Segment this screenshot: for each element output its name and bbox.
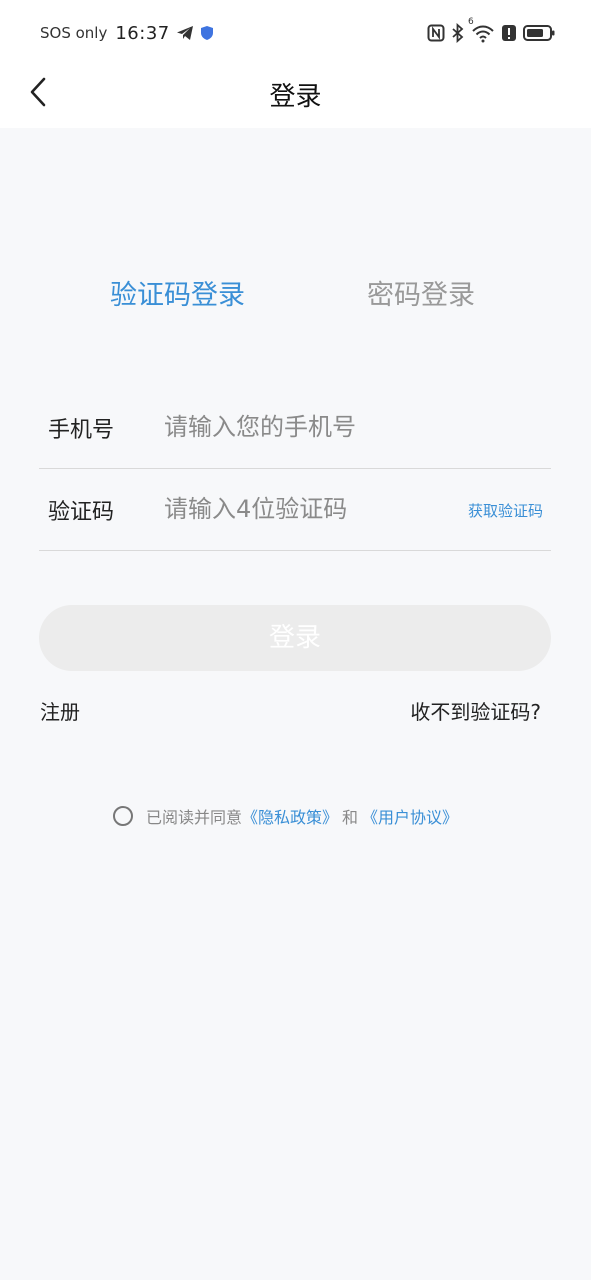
tab-code-login[interactable]: 验证码登录 [110, 274, 245, 318]
clock-time: 16:37 [115, 22, 170, 44]
register-link[interactable]: 注册 [40, 696, 80, 725]
battery-icon [523, 24, 555, 42]
wifi-icon: 6 [468, 17, 495, 43]
agreement-and: 和 [342, 808, 359, 827]
page-title: 登录 [269, 82, 322, 112]
code-label: 验证码 [48, 500, 115, 525]
no-code-link[interactable]: 收不到验证码? [410, 696, 541, 725]
code-input[interactable] [164, 488, 414, 530]
get-code-button[interactable]: 获取验证码 [468, 500, 543, 521]
tab-password-login[interactable]: 密码登录 [367, 274, 475, 318]
privacy-policy-link[interactable]: 《隐私政策》 [242, 804, 338, 828]
shield-icon [200, 25, 214, 41]
network-badge: 6 [468, 17, 474, 27]
agreement-row: 已阅读并同意 《隐私政策》 和 《用户协议》 [113, 803, 458, 829]
user-agreement-link[interactable]: 《用户协议》 [362, 804, 458, 828]
code-row: 验证码 获取验证码 [39, 468, 551, 551]
phone-input[interactable] [164, 406, 424, 448]
alert-icon [501, 24, 517, 42]
bluetooth-icon [451, 23, 465, 43]
status-right: 6 [427, 17, 555, 46]
agree-checkbox[interactable] [113, 806, 133, 826]
sos-label: SOS only [40, 24, 108, 42]
status-left: SOS only 16:37 [40, 20, 214, 46]
agreement-prefix: 已阅读并同意 [146, 808, 243, 827]
phone-row: 手机号 [39, 386, 551, 469]
phone-label: 手机号 [48, 418, 115, 443]
nfc-icon [427, 24, 445, 42]
login-button[interactable]: 登录 [39, 605, 551, 671]
navigation-header: 登录 [0, 64, 591, 128]
status-bar: SOS only 16:37 6 [0, 0, 591, 64]
login-screen: SOS only 16:37 6 登录 验证码登录 密码登录 手机号 请输入您的… [0, 0, 591, 1280]
telegram-icon [176, 25, 194, 41]
login-method-tabs: 验证码登录 密码登录 [0, 274, 591, 318]
